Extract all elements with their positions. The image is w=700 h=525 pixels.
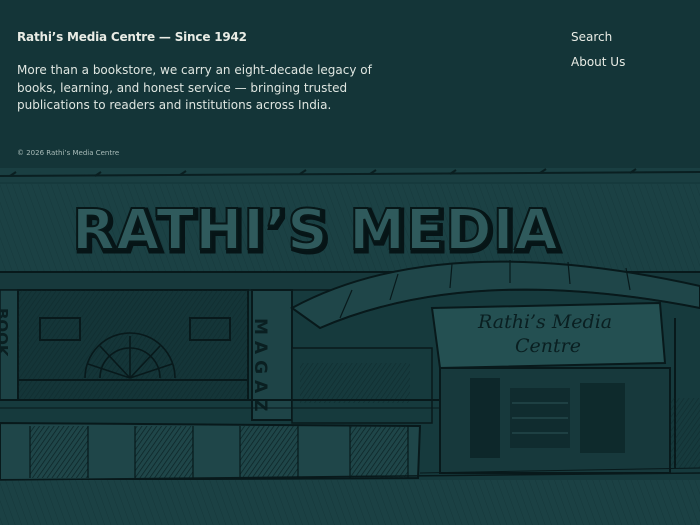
storefront-illustration: RATHI’S MEDIA RATHI’S MEDIA BOOK MAGAZ R…	[0, 168, 700, 525]
svg-text:Centre: Centre	[515, 335, 581, 357]
store-sign: RATHI’S MEDIA RATHI’S MEDIA	[71, 197, 562, 268]
footer-description: More than a bookstore, we carry an eight…	[17, 63, 372, 112]
footer-brand-title: Rathi’s Media Centre — Since 1942	[17, 30, 247, 44]
svg-text:Rathi’s Media: Rathi’s Media	[477, 311, 612, 333]
book-sign: BOOK	[0, 308, 11, 358]
site-footer: Rathi’s Media Centre — Since 1942 More t…	[0, 0, 700, 170]
magazine-sign: MAGAZ	[250, 318, 270, 418]
footer-copyright: © 2026 Rathi’s Media Centre	[17, 149, 120, 157]
road-barricade	[0, 421, 422, 482]
nav-link-about-us[interactable]: About Us	[571, 55, 625, 69]
nav-link-search[interactable]: Search	[571, 30, 612, 44]
svg-text:RATHI’S MEDIA: RATHI’S MEDIA	[72, 198, 559, 263]
store-banner: Rathi’s Media Centre	[430, 301, 667, 370]
storefront-sketch: RATHI’S MEDIA RATHI’S MEDIA BOOK MAGAZ R…	[0, 168, 700, 525]
